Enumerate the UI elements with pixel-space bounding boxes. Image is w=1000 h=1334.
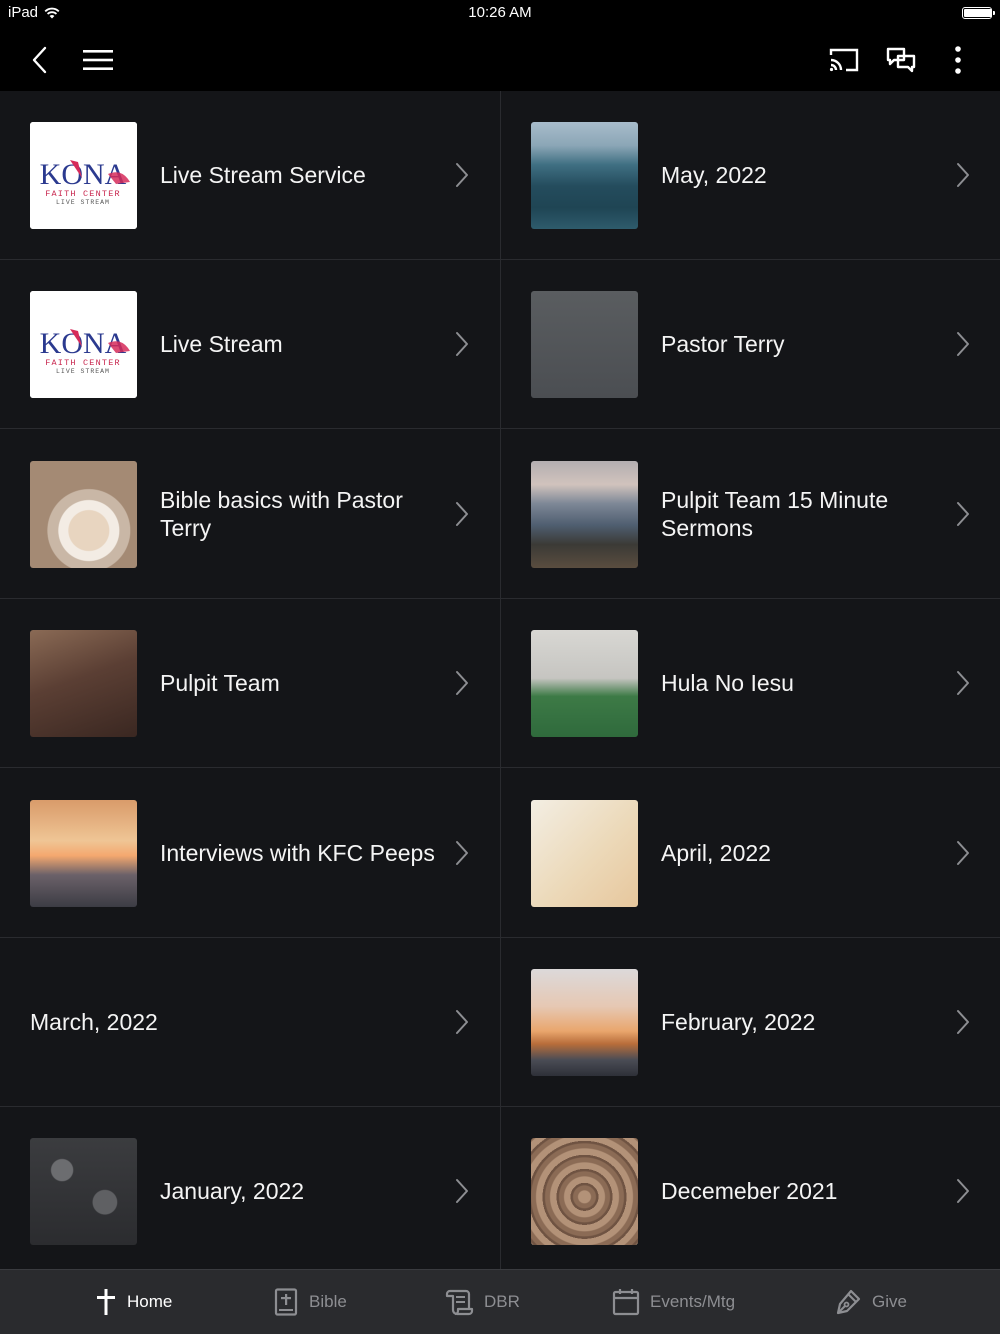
chevron-right-icon (454, 670, 470, 696)
cast-button[interactable] (824, 40, 864, 80)
item-thumbnail: KONA FAITH CENTER LIVE STREAM (30, 291, 137, 399)
item-thumbnail (531, 122, 638, 229)
logo-text-caption: LIVE STREAM (56, 199, 110, 206)
tab-give[interactable]: Give (834, 1286, 907, 1318)
more-vertical-icon (955, 46, 961, 74)
chat-button[interactable] (881, 40, 921, 80)
chevron-right-icon (955, 1009, 971, 1035)
content-grid: KONA FAITH CENTER LIVE STREAM Live Strea… (0, 91, 1000, 1277)
chevron-right-icon (454, 1178, 470, 1204)
item-title: Pulpit Team 15 Minute Sermons (661, 486, 889, 541)
more-options-button[interactable] (938, 40, 978, 80)
chevron-right-icon (955, 670, 971, 696)
tab-bible-label: Bible (309, 1292, 347, 1311)
list-item[interactable]: Pulpit Team (0, 599, 500, 769)
tab-dbr-label: DBR (484, 1292, 520, 1311)
item-thumbnail (30, 460, 137, 568)
cross-icon (97, 1289, 115, 1315)
logo-text-caption: LIVE STREAM (56, 368, 110, 375)
battery-fill (964, 9, 992, 17)
back-button[interactable] (20, 40, 60, 80)
item-thumbnail (30, 630, 137, 738)
item-thumbnail (531, 1138, 638, 1246)
kona-faith-center-logo: KONA FAITH CENTER LIVE STREAM (30, 291, 137, 399)
menu-button[interactable] (78, 40, 118, 80)
chevron-right-icon (454, 501, 470, 527)
item-thumbnail: KONA FAITH CENTER LIVE STREAM (30, 122, 137, 229)
item-thumbnail (531, 291, 638, 399)
tab-home-label: Home (127, 1292, 173, 1311)
item-title: January, 2022 (160, 1178, 305, 1205)
list-item[interactable]: KONA FAITH CENTER LIVE STREAM Live Strea… (0, 260, 500, 430)
item-thumbnail (30, 1138, 137, 1246)
list-item[interactable]: Pastor Terry (501, 260, 1000, 430)
chevron-right-icon (955, 162, 971, 188)
list-item[interactable]: January, 2022 (0, 1107, 500, 1277)
tab-events[interactable]: Events/Mtg (612, 1286, 735, 1318)
list-item[interactable]: KONA FAITH CENTER LIVE STREAM Live Strea… (0, 91, 500, 260)
chevron-right-icon (454, 840, 470, 866)
bottom-tab-bar: Home Bible DBR Events/Mtg Give (0, 1269, 1000, 1334)
chevron-right-icon (955, 1178, 971, 1204)
calendar-icon (612, 1289, 640, 1316)
item-title: Live Stream Service (160, 162, 366, 188)
item-title: Pastor Terry (661, 331, 785, 358)
bible-icon (274, 1288, 298, 1316)
item-title: Bible basics with Pastor Terry (160, 486, 403, 541)
status-bar: iPad 10:26 AM (0, 0, 1000, 28)
logo-text-sub: FAITH CENTER (45, 358, 121, 368)
list-item[interactable]: Hula No Iesu (501, 599, 1000, 769)
list-item[interactable]: April, 2022 (501, 769, 1000, 938)
tab-home[interactable]: Home (95, 1286, 172, 1318)
pen-icon (836, 1289, 861, 1315)
chevron-right-icon (955, 501, 971, 527)
list-item[interactable]: March, 2022 (0, 938, 500, 1107)
list-item[interactable]: Pulpit Team 15 Minute Sermons (501, 430, 1000, 599)
item-title: Live Stream (160, 331, 283, 358)
tab-give-label: Give (872, 1292, 907, 1311)
item-title: Hula No Iesu (661, 670, 794, 697)
chevron-right-icon (955, 840, 971, 866)
chevron-right-icon (454, 1009, 470, 1035)
item-title: Pulpit Team (160, 670, 280, 697)
battery-icon (962, 7, 995, 19)
hamburger-menu-icon (83, 50, 113, 70)
chat-icon (886, 47, 916, 73)
tab-events-label: Events/Mtg (650, 1292, 736, 1311)
list-item[interactable]: Interviews with KFC Peeps (0, 769, 500, 938)
item-thumbnail (531, 969, 638, 1076)
status-time: 10:26 AM (468, 4, 532, 21)
item-title: April, 2022 (661, 839, 771, 866)
tab-dbr[interactable]: DBR (444, 1286, 520, 1318)
item-thumbnail (531, 460, 638, 568)
list-item[interactable]: Decemeber 2021 (501, 1107, 1000, 1277)
chevron-left-icon (32, 46, 47, 74)
item-title: Interviews with KFC Peeps (160, 839, 435, 866)
list-item[interactable]: Bible basics with Pastor Terry (0, 430, 500, 599)
chevron-right-icon (454, 331, 470, 357)
item-title: May, 2022 (661, 162, 767, 188)
chevron-right-icon (955, 331, 971, 357)
item-thumbnail (531, 630, 638, 738)
item-title: March, 2022 (30, 1009, 158, 1035)
kona-faith-center-logo: KONA FAITH CENTER LIVE STREAM (30, 122, 137, 229)
item-title: February, 2022 (661, 1009, 816, 1035)
chevron-right-icon (454, 162, 470, 188)
item-title: Decemeber 2021 (661, 1178, 838, 1205)
tab-bible[interactable]: Bible (273, 1286, 347, 1318)
list-item[interactable]: May, 2022 (501, 91, 1000, 260)
scroll-icon (445, 1289, 474, 1316)
list-item[interactable]: February, 2022 (501, 938, 1000, 1107)
logo-text-sub: FAITH CENTER (45, 189, 121, 199)
item-thumbnail (531, 799, 638, 907)
item-thumbnail (30, 799, 137, 907)
cast-icon (829, 48, 859, 72)
top-nav-bar (0, 28, 1000, 91)
